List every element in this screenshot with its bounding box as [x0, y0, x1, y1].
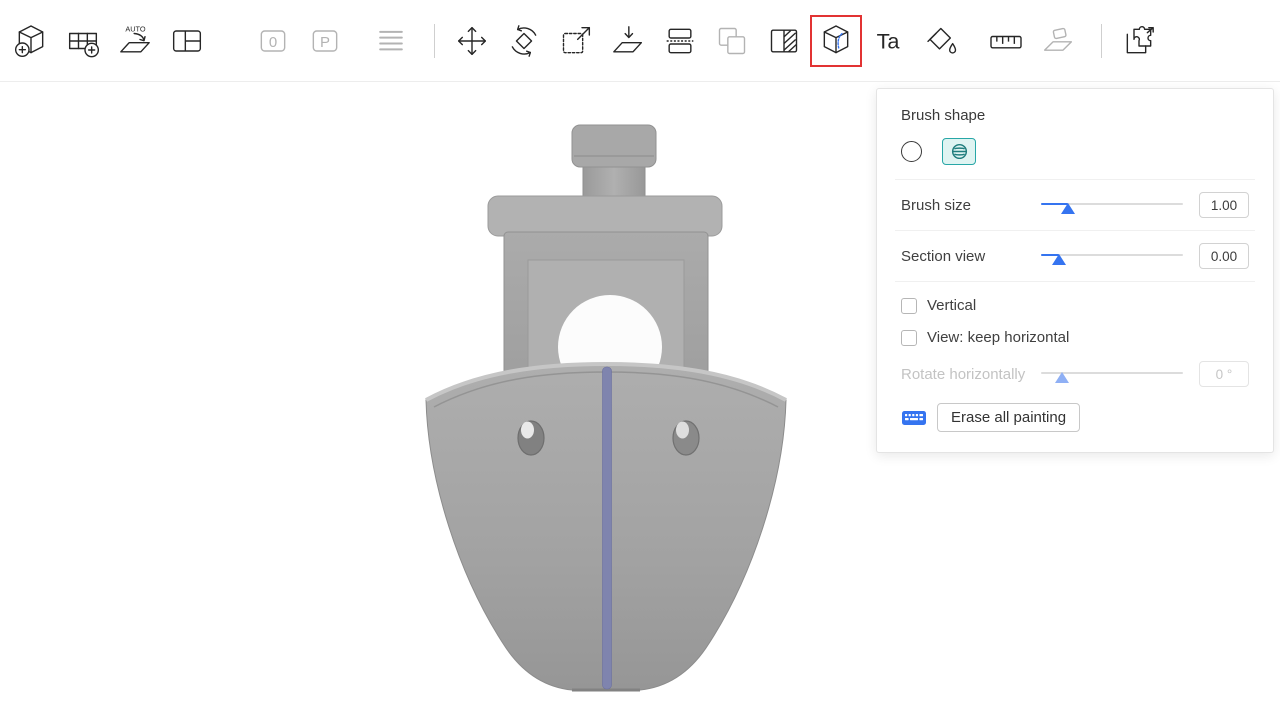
text-tool-button[interactable]: Ta: [865, 18, 911, 64]
overlap-tool-button: [709, 18, 755, 64]
rotate-horizontally-slider: [1041, 363, 1183, 385]
main-toolbar: AUTO 0 P: [0, 0, 1280, 82]
assembly-export-button[interactable]: [1116, 18, 1162, 64]
rotate-horizontally-row: Rotate horizontally 0 °: [901, 361, 1249, 387]
seam-paint-stripe: [603, 367, 612, 689]
keep-horizontal-checkbox-row[interactable]: View: keep horizontal: [901, 329, 1249, 346]
seam-painting-button[interactable]: [813, 18, 859, 64]
sphere-icon: [950, 142, 969, 161]
scale-button[interactable]: [553, 18, 599, 64]
rotate-icon: [504, 21, 544, 61]
slider-thumb[interactable]: [1052, 254, 1066, 265]
vertical-checkbox-label: Vertical: [927, 297, 976, 314]
brush-size-row: Brush size 1.00: [901, 192, 1249, 218]
panel-divider: [895, 179, 1255, 180]
color-painting-icon: [920, 21, 960, 61]
place-on-face-button[interactable]: [605, 18, 651, 64]
seam-painting-panel: Brush shape Brush size 1.00 Section view…: [876, 88, 1274, 453]
hatch-fill-button[interactable]: [761, 18, 807, 64]
overlap-tool-icon: [712, 21, 752, 61]
text-tool-label: Ta: [877, 28, 901, 53]
toolbar-separator: [1101, 24, 1102, 58]
move-button[interactable]: [449, 18, 495, 64]
panel-divider: [895, 230, 1255, 231]
add-plate-button[interactable]: [60, 18, 106, 64]
measure-icon: [986, 21, 1026, 61]
plate-settings-p-button: P: [302, 18, 348, 64]
color-painting-button[interactable]: [917, 18, 963, 64]
add-object-icon: [11, 21, 51, 61]
zero-label: 0: [269, 34, 277, 51]
rotate-horizontally-label: Rotate horizontally: [901, 366, 1041, 383]
move-icon: [452, 21, 492, 61]
auto-label: AUTO: [125, 24, 146, 33]
rotate-horizontally-value: 0 °: [1199, 361, 1249, 387]
brush-size-slider[interactable]: [1041, 194, 1183, 216]
assembly-export-icon: [1119, 21, 1159, 61]
flatten-plate-button: [1035, 18, 1081, 64]
plate-index-0-button: 0: [250, 18, 296, 64]
vertical-checkbox-row[interactable]: Vertical: [901, 297, 1249, 314]
seam-painting-icon: [816, 21, 856, 61]
plate-settings-p-icon: P: [305, 21, 345, 61]
section-view-row: Section view 0.00: [901, 243, 1249, 269]
plate-layout-icon: [167, 21, 207, 61]
plate-index-0-icon: 0: [253, 21, 293, 61]
slider-thumb[interactable]: [1061, 203, 1075, 214]
brush-shape-circle-option[interactable]: [901, 141, 922, 162]
rotate-button[interactable]: [501, 18, 547, 64]
vertical-checkbox[interactable]: [901, 298, 917, 314]
section-view-value[interactable]: 0.00: [1199, 243, 1249, 269]
brush-size-value[interactable]: 1.00: [1199, 192, 1249, 218]
flatten-plate-icon: [1038, 21, 1078, 61]
add-plate-icon: [63, 21, 103, 61]
cut-icon: [660, 21, 700, 61]
keep-horizontal-checkbox-label: View: keep horizontal: [927, 329, 1069, 346]
p-label: P: [320, 34, 330, 51]
brush-size-label: Brush size: [901, 197, 1041, 214]
keyboard-icon: [901, 408, 927, 428]
brush-shape-options: [901, 138, 1249, 165]
slider-thumb: [1055, 372, 1069, 383]
measure-button[interactable]: [983, 18, 1029, 64]
text-tool-icon: Ta: [868, 21, 908, 61]
hatch-fill-icon: [764, 21, 804, 61]
auto-arrange-button[interactable]: AUTO: [112, 18, 158, 64]
erase-all-painting-button[interactable]: Erase all painting: [937, 403, 1080, 432]
plate-layout-button[interactable]: [164, 18, 210, 64]
keyboard-shortcut-icon[interactable]: [901, 408, 927, 428]
section-view-label: Section view: [901, 248, 1041, 265]
benchy-model[interactable]: [400, 110, 810, 710]
place-on-face-icon: [608, 21, 648, 61]
stacked-layers-button: [368, 18, 414, 64]
add-object-button[interactable]: [8, 18, 54, 64]
toolbar-separator: [434, 24, 435, 58]
erase-row: Erase all painting: [901, 403, 1249, 432]
stacked-layers-icon: [371, 21, 411, 61]
scale-icon: [556, 21, 596, 61]
brush-shape-label: Brush shape: [901, 107, 1249, 124]
panel-divider: [895, 281, 1255, 282]
section-view-slider[interactable]: [1041, 245, 1183, 267]
keep-horizontal-checkbox[interactable]: [901, 330, 917, 346]
auto-arrange-icon: AUTO: [115, 21, 155, 61]
cut-button[interactable]: [657, 18, 703, 64]
brush-shape-sphere-option[interactable]: [942, 138, 976, 165]
benchy-roof: [488, 196, 722, 236]
